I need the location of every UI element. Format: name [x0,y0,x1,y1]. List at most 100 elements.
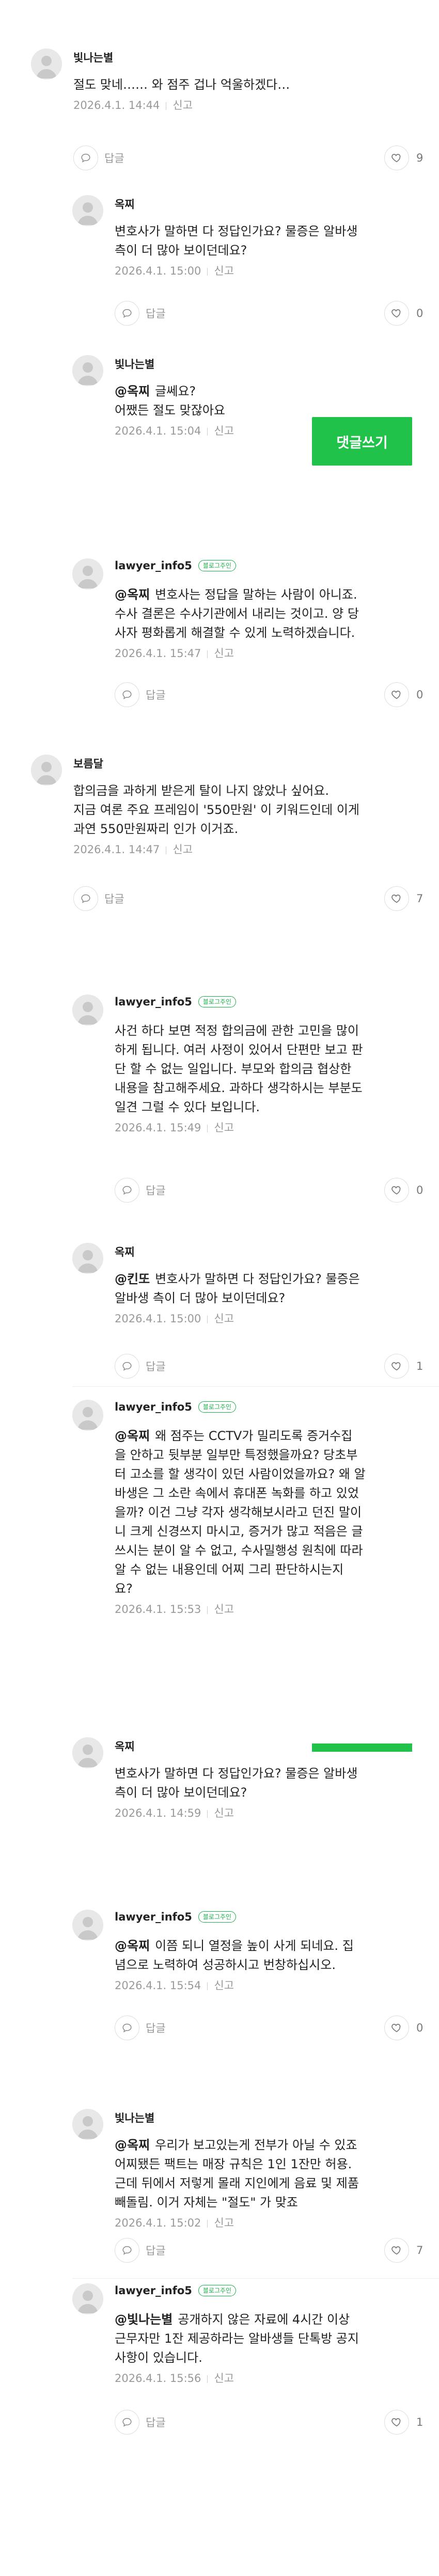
avatar[interactable] [72,1737,103,1768]
write-reply-button[interactable]: 댓글쓰기 [312,417,412,466]
avatar[interactable] [72,558,103,589]
mention[interactable]: @옥찌 [115,587,150,602]
heart-icon [384,2238,409,2263]
author-name[interactable]: lawyer_info5 [115,996,192,1008]
comment-actions: 답글 0 [115,301,424,329]
author-name[interactable]: 옥찌 [115,196,135,212]
like-button[interactable]: 0 [384,301,424,326]
author-name[interactable]: lawyer_info5 [115,559,192,572]
mention[interactable]: @옥찌 [115,384,150,398]
report-link[interactable]: 신고 [214,1122,234,1134]
report-link[interactable]: 신고 [214,647,234,660]
comment-actions: 답글 0 [115,1178,424,1206]
comment-text-line: 일견 그럴 수 있다 보입니다. [115,1100,260,1114]
comment-author[interactable]: 빛나는별 [115,356,154,372]
comment-author[interactable]: lawyer_info5 블로그주인 [115,1911,237,1923]
like-button[interactable]: 1 [384,2410,424,2435]
avatar[interactable] [31,755,62,786]
author-name[interactable]: lawyer_info5 [115,1401,192,1413]
like-count: 9 [416,152,424,164]
reply-button[interactable]: 답글 [115,301,166,326]
comment-text-line: 사자 평화롭게 해결할 수 있게 노력하겠습니다. [115,626,355,640]
reply-button[interactable]: 답글 [115,2015,166,2040]
author-name[interactable]: 빛나는별 [115,356,154,372]
mention[interactable]: @옥찌 [115,2138,150,2152]
reply-button[interactable]: 답글 [115,1354,166,1379]
author-name[interactable]: 빛나는별 [73,50,113,65]
avatar[interactable] [31,49,62,79]
reply-label: 답글 [104,152,124,165]
like-button[interactable]: 0 [384,682,424,707]
mention[interactable]: @빛나는별 [115,2312,173,2327]
comment-body: 합의금을 과하게 받은게 탈이 나지 않았나 싶어요. 지금 여론 주요 프레임이… [73,781,424,857]
avatar[interactable] [72,2109,103,2140]
heart-icon [384,146,409,170]
speech-bubble-icon [115,1178,139,1203]
report-link[interactable]: 신고 [173,99,193,111]
comment-text-line: @옥찌 글쎄요? [115,384,196,398]
comment-author[interactable]: 보름달 [73,756,103,771]
avatar[interactable] [72,355,103,386]
mention[interactable]: @킨또 [115,1272,150,1286]
reply-button[interactable]: 답글 [73,146,124,170]
like-count: 7 [416,2244,424,2257]
mention[interactable]: @옥찌 [115,1939,150,1953]
progress-bar [312,1743,412,1752]
comment-author[interactable]: 옥찌 [115,1738,135,1754]
comment-author[interactable]: 빛나는별 [115,2110,154,2125]
avatar[interactable] [72,1243,103,1274]
report-link[interactable]: 신고 [214,425,234,437]
like-button[interactable]: 1 [384,1354,424,1379]
comment-author[interactable]: 옥찌 [115,1244,135,1259]
speech-bubble-icon [115,301,139,326]
like-count: 1 [416,2416,424,2428]
author-name[interactable]: lawyer_info5 [115,1911,192,1923]
reply-button[interactable]: 답글 [115,2238,166,2263]
comment-text-line: 측이 더 많아 보이던데요? [115,243,247,258]
author-name[interactable]: 옥찌 [115,1738,135,1754]
comment-author[interactable]: lawyer_info5 블로그주인 [115,2284,237,2297]
report-link[interactable]: 신고 [214,2372,234,2385]
like-button[interactable]: 7 [384,886,424,911]
like-button[interactable]: 0 [384,2015,424,2040]
reply-button[interactable]: 답글 [73,886,124,911]
reply-button[interactable]: 답글 [115,682,166,707]
comment-author[interactable]: lawyer_info5 블로그주인 [115,996,237,1008]
report-link[interactable]: 신고 [214,1313,234,1325]
comment-text-line: 바생은 그 소란 속에서 휴대폰 녹화를 하고 있었 [115,1486,359,1500]
report-link[interactable]: 신고 [173,843,193,856]
avatar[interactable] [72,1910,103,1941]
author-name[interactable]: 보름달 [73,756,103,771]
report-link[interactable]: 신고 [214,265,234,277]
report-link[interactable]: 신고 [214,1979,234,1992]
comment-author[interactable]: 옥찌 [115,196,135,212]
comment-author[interactable]: lawyer_info5 블로그주인 [115,559,237,572]
comment-meta: 2026.4.1. 14:44 신고 [73,98,424,113]
like-button[interactable]: 9 [384,146,424,170]
avatar[interactable] [72,1400,103,1431]
comment-text-line: 을 안하고 뒷부분 일부만 특정했을까요? 당초부 [115,1448,358,1462]
reply-button[interactable]: 답글 [115,1178,166,1203]
report-link[interactable]: 신고 [214,1603,234,1615]
avatar[interactable] [72,2283,103,2314]
mention[interactable]: @옥찌 [115,1429,150,1443]
comment-author[interactable]: lawyer_info5 블로그주인 [115,1401,237,1413]
like-button[interactable]: 0 [384,1178,424,1203]
comment-date: 2026.4.1. 15:00 [115,1313,201,1325]
author-name[interactable]: lawyer_info5 [115,2284,192,2297]
author-name[interactable]: 옥찌 [115,1244,135,1259]
author-name[interactable]: 빛나는별 [115,2110,154,2125]
report-link[interactable]: 신고 [214,2217,234,2229]
comment-text-line: 수사 결론은 수사기관에서 내리는 것이고. 양 당 [115,606,359,621]
comment-list: 빛나는별 절도 맞네…… 와 점주 겁나 억울하겠다… 2026.4.1. 14:4… [0,0,439,2576]
reply-button[interactable]: 답글 [115,2410,166,2435]
comment-text-line: 지금 여론 주요 프레임이 '550만원' 이 키워드인데 이게 [73,803,360,817]
comment-author[interactable]: 빛나는별 [73,50,113,65]
avatar[interactable] [72,995,103,1026]
like-button[interactable]: 7 [384,2238,424,2263]
speech-bubble-icon [73,146,98,170]
report-link[interactable]: 신고 [214,1807,234,1819]
avatar[interactable] [72,195,103,226]
comment-date: 2026.4.1. 15:56 [115,2372,201,2385]
comment-actions: 답글 0 [115,2015,424,2043]
